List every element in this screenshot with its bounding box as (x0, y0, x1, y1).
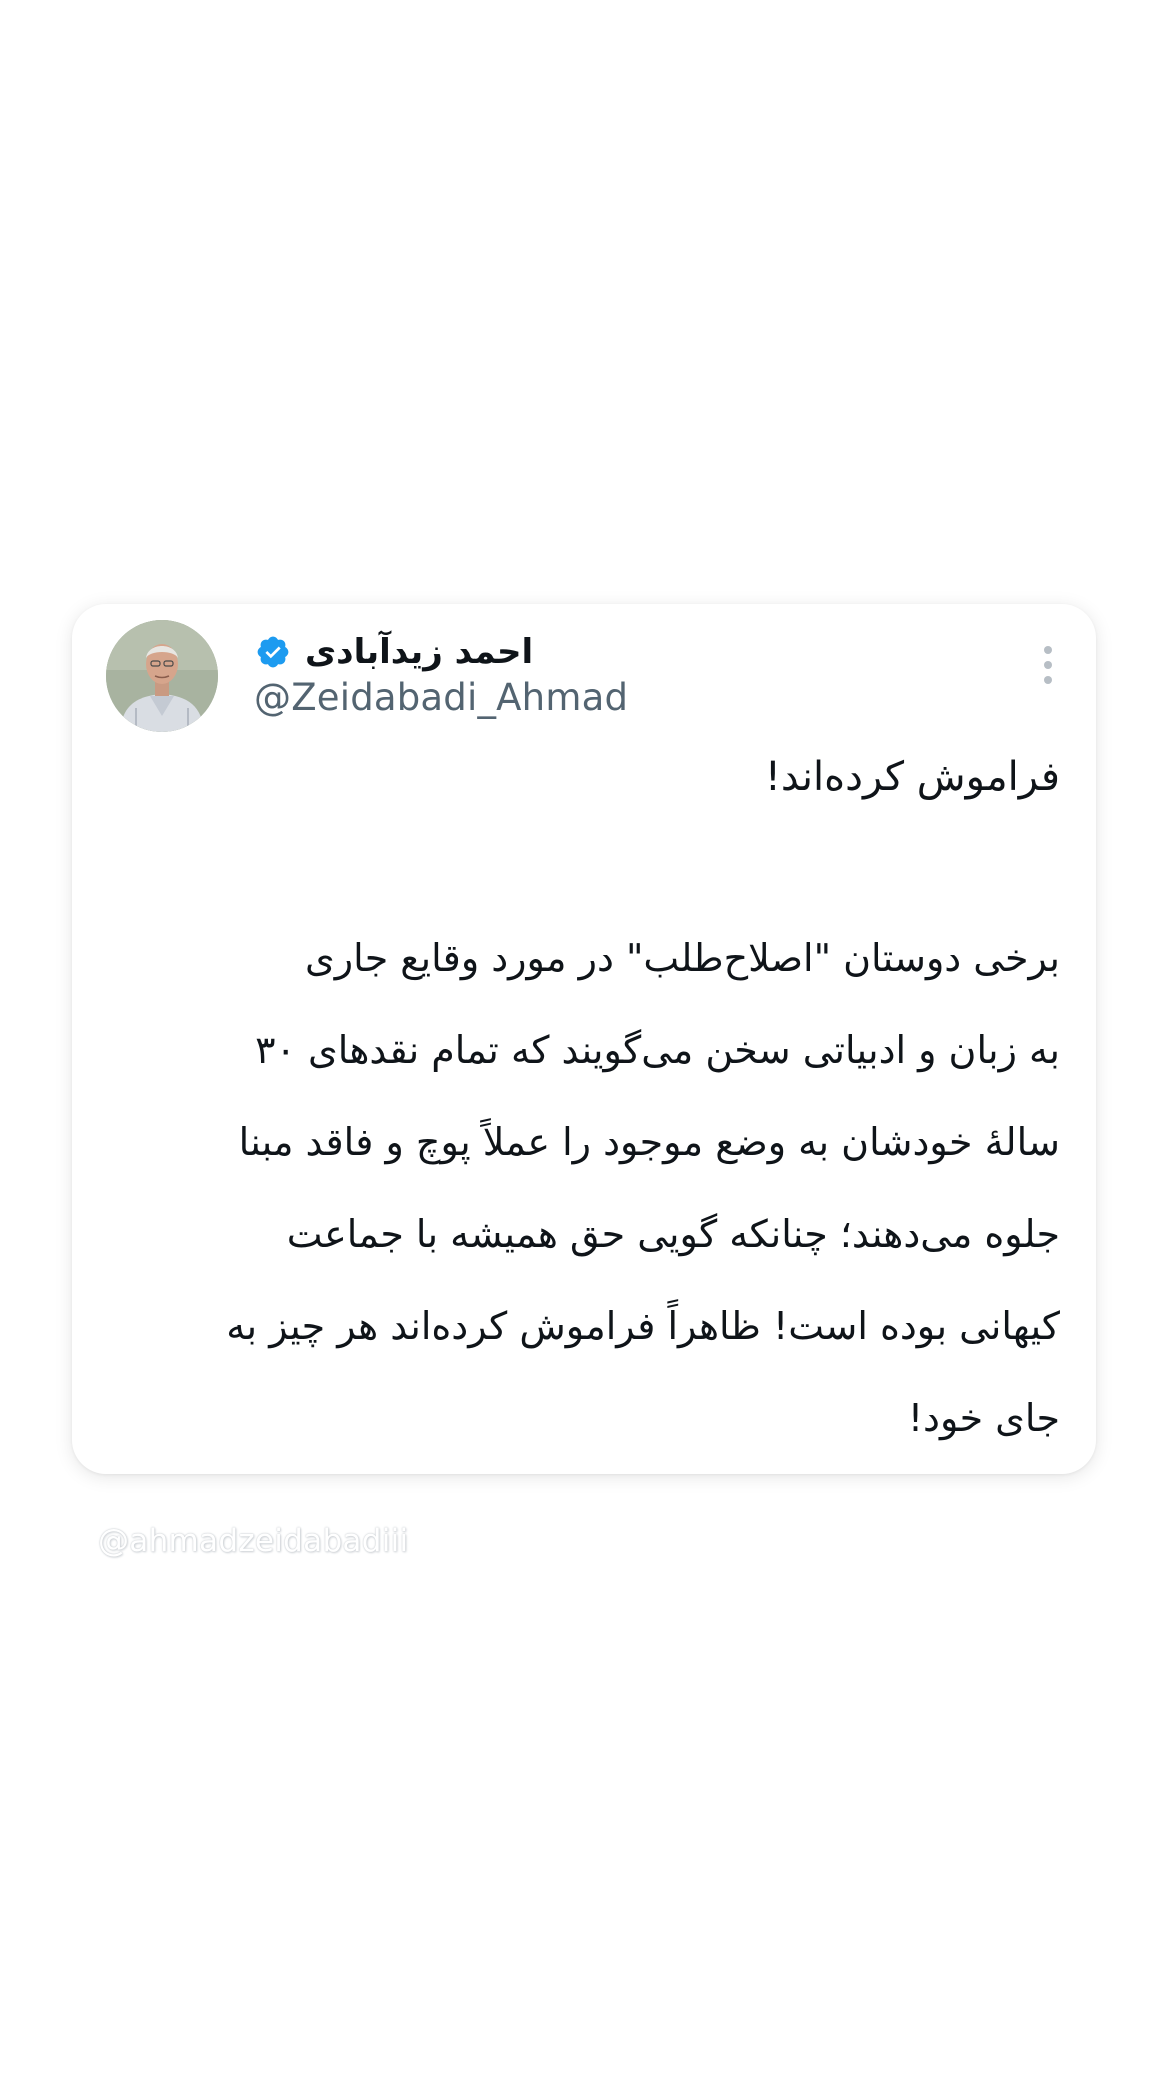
author-name[interactable]: احمد زیدآبادی (305, 632, 533, 672)
more-options-button[interactable] (1042, 646, 1054, 686)
avatar-photo (106, 620, 218, 732)
more-vertical-icon (1044, 646, 1052, 654)
tweet-body-line: جلوه می‌دهند؛ چنانکه گویی حق همیشه با جم… (286, 1212, 1060, 1256)
author-handle[interactable]: @Zeidabadi_Ahmad (254, 676, 628, 719)
tweet-body-line: برخی دوستان "اصلاح‌طلب" در مورد وقایع جا… (305, 936, 1060, 980)
author-avatar[interactable] (106, 620, 218, 732)
tweet-body-line: کیهانی بوده است! ظاهراً فراموش کرده‌اند … (226, 1304, 1060, 1348)
tweet-body-line: سالهٔ خودشان به وضع موجود را عملاً پوچ و… (238, 1120, 1060, 1164)
tweet-card[interactable]: احمد زیدآبادی @Zeidabadi_Ahmad فراموش کر… (72, 604, 1096, 1474)
watermark: @ahmadzeidabadiii (98, 1523, 409, 1559)
tweet-body-line: جای خود! (907, 1396, 1060, 1440)
tweet-body-line: به زبان و ادبیاتی سخن می‌گویند که تمام ن… (255, 1028, 1060, 1072)
tweet-title: فراموش کرده‌اند! (764, 754, 1060, 800)
author-name-row: احمد زیدآبادی (255, 628, 533, 676)
verified-badge-icon (257, 636, 289, 668)
tweet-body: برخی دوستان "اصلاح‌طلب" در مورد وقایع جا… (102, 912, 1060, 1464)
